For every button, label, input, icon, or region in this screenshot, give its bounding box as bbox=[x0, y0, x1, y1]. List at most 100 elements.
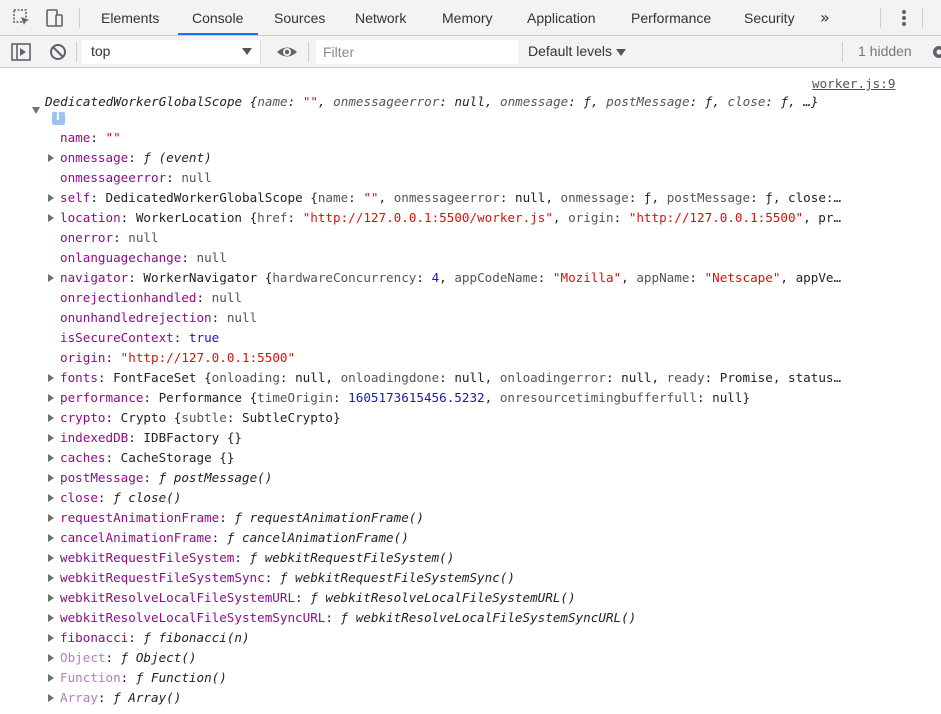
customize-menu-icon[interactable] bbox=[896, 8, 912, 28]
show-sidebar-icon[interactable] bbox=[11, 42, 31, 62]
property-row[interactable]: Object: ƒ Object() bbox=[60, 648, 912, 668]
property-key: name bbox=[60, 130, 91, 145]
property-row[interactable]: webkitRequestFileSystemSync: ƒ webkitReq… bbox=[60, 568, 912, 588]
property-row[interactable]: fonts: FontFaceSet {onloading: null, onl… bbox=[60, 368, 912, 388]
expand-triangle-icon[interactable] bbox=[48, 494, 54, 502]
more-tabs-chevron-icon[interactable]: » bbox=[820, 8, 830, 27]
property-row[interactable]: postMessage: ƒ postMessage() bbox=[60, 468, 912, 488]
console-toolbar: top Default levels 1 hidden bbox=[0, 36, 941, 68]
hidden-messages-count: 1 hidden bbox=[858, 43, 912, 59]
expand-triangle-icon[interactable] bbox=[48, 574, 54, 582]
dropdown-arrow-icon bbox=[242, 48, 252, 55]
tab-memory[interactable]: Memory bbox=[442, 0, 493, 35]
property-value: WorkerNavigator {hardwareConcurrency: 4,… bbox=[143, 270, 842, 285]
expand-triangle-icon[interactable] bbox=[48, 534, 54, 542]
property-row[interactable]: webkitResolveLocalFileSystemSyncURL: ƒ w… bbox=[60, 608, 912, 628]
property-value: "http://127.0.0.1:5500" bbox=[120, 350, 296, 365]
property-value: null bbox=[226, 310, 258, 325]
property-value: ƒ cancelAnimationFrame() bbox=[226, 530, 409, 545]
expand-triangle-icon[interactable] bbox=[48, 694, 54, 702]
property-value: IDBFactory {} bbox=[143, 430, 242, 445]
property-row[interactable]: Array: ƒ Array() bbox=[60, 688, 912, 708]
property-row[interactable]: crypto: Crypto {subtle: SubtleCrypto} bbox=[60, 408, 912, 428]
expand-triangle-icon[interactable] bbox=[48, 554, 54, 562]
property-value: ƒ Object() bbox=[120, 650, 197, 665]
expand-triangle-icon[interactable] bbox=[48, 674, 54, 682]
property-value: ƒ postMessage() bbox=[158, 470, 273, 485]
live-expression-eye-icon[interactable] bbox=[276, 42, 298, 62]
expand-triangle-icon[interactable] bbox=[48, 374, 54, 382]
tab-application[interactable]: Application bbox=[527, 0, 596, 35]
property-key: Object bbox=[60, 650, 106, 665]
expand-triangle-icon[interactable] bbox=[48, 274, 54, 282]
expand-triangle-icon[interactable] bbox=[48, 394, 54, 402]
property-row[interactable]: cancelAnimationFrame: ƒ cancelAnimationF… bbox=[60, 528, 912, 548]
expand-triangle-icon[interactable] bbox=[48, 474, 54, 482]
property-row: onmessageerror: null bbox=[60, 170, 212, 185]
collapse-triangle-icon[interactable] bbox=[32, 107, 40, 114]
property-key: self bbox=[60, 190, 91, 205]
console-filter-input[interactable] bbox=[316, 40, 518, 64]
expand-triangle-icon[interactable] bbox=[48, 594, 54, 602]
property-row[interactable]: navigator: WorkerNavigator {hardwareConc… bbox=[60, 268, 912, 288]
property-key: fibonacci bbox=[60, 630, 129, 645]
expand-triangle-icon[interactable] bbox=[48, 214, 54, 222]
property-row[interactable]: location: WorkerLocation {href: "http://… bbox=[60, 208, 912, 228]
property-row[interactable]: webkitResolveLocalFileSystemURL: ƒ webki… bbox=[60, 588, 912, 608]
inspect-element-icon[interactable] bbox=[12, 8, 32, 28]
expand-triangle-icon[interactable] bbox=[48, 194, 54, 202]
property-row[interactable]: webkitRequestFileSystem: ƒ webkitRequest… bbox=[60, 548, 912, 568]
property-value: ƒ close() bbox=[113, 490, 182, 505]
expand-triangle-icon[interactable] bbox=[48, 154, 54, 162]
property-row[interactable]: close: ƒ close() bbox=[60, 488, 912, 508]
tab-network[interactable]: Network bbox=[355, 0, 406, 35]
tab-console[interactable]: Console bbox=[192, 0, 243, 35]
dropdown-arrow-icon bbox=[616, 48, 627, 56]
property-value: "" bbox=[105, 130, 121, 145]
property-value: null bbox=[128, 230, 159, 245]
property-key: origin bbox=[60, 350, 106, 365]
property-key: crypto bbox=[60, 410, 106, 425]
property-key: requestAnimationFrame bbox=[60, 510, 220, 525]
expand-triangle-icon[interactable] bbox=[48, 414, 54, 422]
property-key: fonts bbox=[60, 370, 98, 385]
property-row: origin: "http://127.0.0.1:5500" bbox=[60, 350, 296, 365]
object-preview-header[interactable]: DedicatedWorkerGlobalScope {name: "", on… bbox=[45, 94, 819, 109]
expand-triangle-icon[interactable] bbox=[48, 454, 54, 462]
device-toolbar-icon[interactable] bbox=[44, 8, 64, 28]
property-row[interactable]: self: DedicatedWorkerGlobalScope {name: … bbox=[60, 188, 912, 208]
clear-console-icon[interactable] bbox=[48, 42, 68, 62]
property-row[interactable]: onmessage: ƒ (event) bbox=[60, 148, 912, 168]
tab-sources[interactable]: Sources bbox=[274, 0, 325, 35]
property-row[interactable]: requestAnimationFrame: ƒ requestAnimatio… bbox=[60, 508, 912, 528]
expand-triangle-icon[interactable] bbox=[48, 654, 54, 662]
property-value: DedicatedWorkerGlobalScope {name: "", on… bbox=[105, 190, 842, 205]
property-value: ƒ webkitResolveLocalFileSystemURL() bbox=[310, 590, 576, 605]
console-settings-gear-icon[interactable] bbox=[929, 44, 941, 60]
property-row: onunhandledrejection: null bbox=[60, 310, 258, 325]
toolbar-divider bbox=[880, 8, 881, 28]
property-key: onrejectionhandled bbox=[60, 290, 197, 305]
tab-security[interactable]: Security bbox=[744, 0, 795, 35]
source-link[interactable]: worker.js:9 bbox=[812, 76, 895, 91]
tab-performance[interactable]: Performance bbox=[631, 0, 711, 35]
context-selector[interactable]: top bbox=[82, 40, 261, 64]
property-key: webkitRequestFileSystemSync bbox=[60, 570, 265, 585]
info-icon[interactable] bbox=[52, 110, 65, 125]
log-levels-dropdown[interactable]: Default levels bbox=[528, 43, 627, 59]
expand-triangle-icon[interactable] bbox=[48, 634, 54, 642]
property-key: Function bbox=[60, 670, 121, 685]
toolbar-divider bbox=[842, 42, 843, 62]
property-row[interactable]: performance: Performance {timeOrigin: 16… bbox=[60, 388, 912, 408]
expand-triangle-icon[interactable] bbox=[48, 434, 54, 442]
property-row[interactable]: fibonacci: ƒ fibonacci(n) bbox=[60, 628, 912, 648]
property-key: webkitResolveLocalFileSystemSyncURL bbox=[60, 610, 326, 625]
property-row[interactable]: Function: ƒ Function() bbox=[60, 668, 912, 688]
property-row[interactable]: indexedDB: IDBFactory {} bbox=[60, 428, 912, 448]
property-value: ƒ webkitResolveLocalFileSystemSyncURL() bbox=[340, 610, 637, 625]
expand-triangle-icon[interactable] bbox=[48, 614, 54, 622]
expand-triangle-icon[interactable] bbox=[48, 514, 54, 522]
property-row[interactable]: caches: CacheStorage {} bbox=[60, 448, 912, 468]
tab-elements[interactable]: Elements bbox=[101, 0, 159, 35]
property-key: navigator bbox=[60, 270, 129, 285]
